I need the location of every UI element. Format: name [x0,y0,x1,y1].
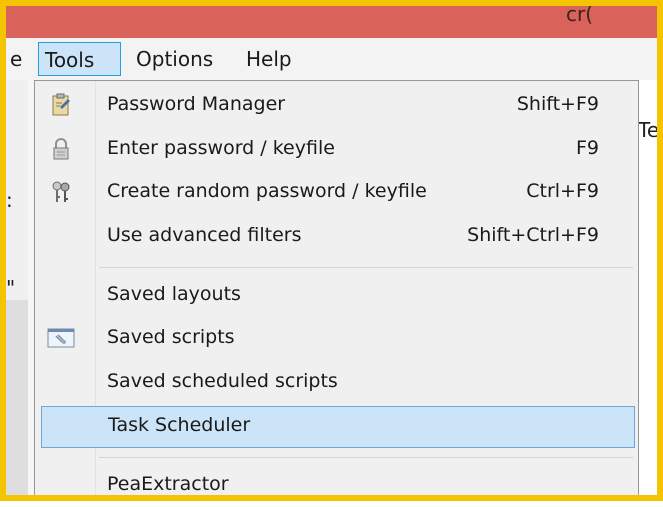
menu-item-label: Create random password / keyfile [107,180,427,202]
keys-icon [49,180,73,204]
lock-icon [49,137,73,161]
menu-item-create-random-password[interactable]: Create random password / keyfile Ctrl+F9 [37,172,635,214]
menu-item-password-manager[interactable]: Password Manager Shift+F9 [37,85,635,127]
menu-item-label: PeaExtractor [107,473,229,495]
menu-item-label: Enter password / keyfile [107,137,335,159]
menu-item-task-scheduler[interactable]: Task Scheduler [41,406,635,448]
right-panel-text: Te [638,118,660,142]
menu-item-label: Use advanced filters [107,224,302,246]
menubar-item-file[interactable]: e [4,42,28,76]
window-titlebar: cr( [0,0,663,38]
script-icon [47,326,75,350]
menu-separator [99,267,633,268]
menu-item-saved-layouts[interactable]: Saved layouts [37,275,635,317]
menu-item-label: Password Manager [107,93,286,115]
menu-separator [99,457,633,458]
left-panel-text-2: " [6,276,16,300]
menu-item-shortcut: Shift+F9 [516,93,599,115]
tools-menu: Password Manager Shift+F9 Enter password… [34,80,639,501]
menu-item-shortcut: Ctrl+F9 [526,180,599,202]
menubar-item-options[interactable]: Options [130,42,219,76]
menubar: e Tools Options Help [0,38,663,81]
menu-item-saved-scripts[interactable]: Saved scripts [37,318,635,360]
menu-item-enter-password[interactable]: Enter password / keyfile F9 [37,129,635,171]
left-panel-scroll [6,300,28,495]
menubar-item-tools[interactable]: Tools [38,42,121,76]
menu-item-shortcut: F9 [575,137,599,159]
menu-item-label: Saved scheduled scripts [107,370,338,392]
menu-item-saved-scheduled-scripts[interactable]: Saved scheduled scripts [37,362,635,404]
menu-item-label: Task Scheduler [108,414,251,436]
window-title: cr( [565,2,593,26]
left-panel-text: : [6,188,13,212]
menu-item-shortcut: Shift+Ctrl+F9 [467,224,599,246]
clipboard-icon [49,93,73,117]
menu-item-label: Saved scripts [107,326,235,348]
menubar-item-help[interactable]: Help [240,42,298,76]
right-panel: Te [636,80,663,501]
menu-item-label: Saved layouts [107,283,241,305]
menu-item-advanced-filters[interactable]: Use advanced filters Shift+Ctrl+F9 [37,216,635,258]
